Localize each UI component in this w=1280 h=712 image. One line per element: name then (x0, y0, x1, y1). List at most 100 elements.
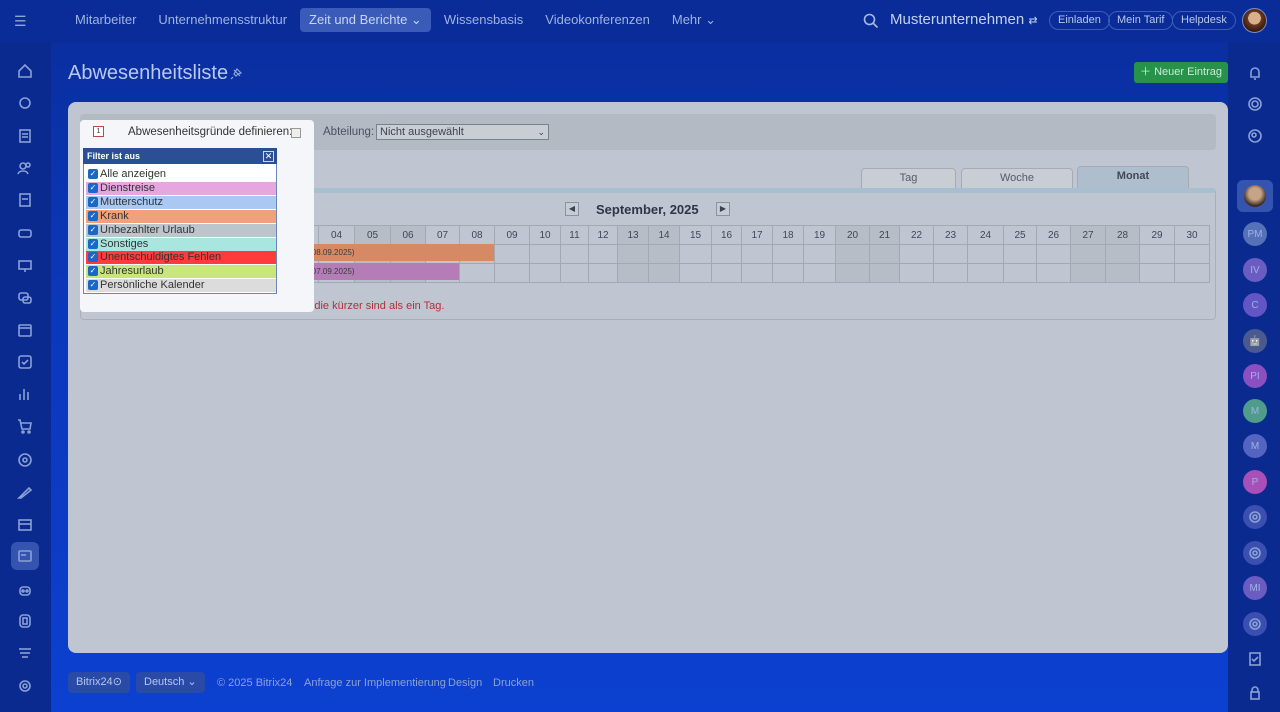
day-cell[interactable] (648, 263, 680, 283)
calendar-icon[interactable] (15, 320, 35, 340)
filter-item[interactable]: ✓ Dienstreise (86, 181, 276, 195)
sign-icon[interactable] (15, 482, 35, 502)
day-cell[interactable] (933, 263, 968, 283)
check-icon[interactable] (15, 352, 35, 372)
day-cell[interactable] (835, 244, 870, 264)
day-cell[interactable] (1070, 244, 1106, 264)
day-cell[interactable] (679, 263, 712, 283)
close-icon[interactable]: ✕ (263, 151, 274, 162)
checkbox-checked-icon[interactable]: ✓ (88, 252, 98, 263)
search-icon[interactable] (862, 12, 880, 30)
day-cell[interactable] (772, 263, 804, 283)
day-cell[interactable] (1105, 263, 1140, 283)
next-month-button[interactable]: ▶ (716, 202, 730, 216)
crm-icon[interactable] (15, 223, 35, 243)
target-icon[interactable] (15, 450, 35, 470)
day-cell[interactable] (772, 244, 804, 264)
store-icon[interactable] (15, 514, 35, 534)
checkbox-checked-icon[interactable]: ✓ (88, 169, 98, 179)
day-cell[interactable] (588, 244, 618, 264)
footer-link[interactable]: Design (448, 677, 482, 689)
day-cell[interactable] (803, 244, 836, 264)
shop-icon[interactable] (15, 416, 35, 436)
chat-avatar[interactable]: C (1243, 293, 1267, 317)
stats-icon[interactable] (15, 384, 35, 404)
day-cell[interactable] (741, 263, 773, 283)
robot-icon[interactable] (15, 580, 35, 600)
day-cell[interactable] (459, 263, 495, 283)
day-cell[interactable] (1003, 263, 1037, 283)
day-cell[interactable] (711, 263, 742, 283)
day-cell[interactable] (1139, 244, 1175, 264)
checklist-icon[interactable] (1243, 647, 1267, 671)
prev-month-button[interactable]: ◀ (565, 202, 579, 216)
day-cell[interactable] (560, 244, 589, 264)
menu-icon[interactable]: ☰ (14, 14, 36, 28)
reasons-checkbox[interactable] (291, 128, 301, 138)
my-avatar[interactable] (1237, 180, 1273, 212)
nav-item-5[interactable]: Mehr ⌄ (663, 8, 725, 32)
day-cell[interactable] (803, 263, 836, 283)
day-cell[interactable] (529, 263, 561, 283)
brand-button[interactable]: Bitrix24⊙ (68, 672, 130, 693)
day-cell[interactable] (869, 244, 900, 264)
day-cell[interactable] (494, 263, 530, 283)
copilot-chat-icon[interactable] (1243, 612, 1267, 636)
day-cell[interactable] (711, 244, 742, 264)
nav-item-1[interactable]: Unternehmensstruktur (149, 8, 296, 32)
footer-link[interactable]: Drucken (493, 677, 534, 689)
day-cell[interactable] (1105, 244, 1140, 264)
language-select[interactable]: Deutsch ⌄ (136, 672, 205, 693)
chat-avatar[interactable]: P (1243, 470, 1267, 494)
checkbox-checked-icon[interactable]: ✓ (88, 266, 98, 277)
day-cell[interactable] (1003, 244, 1037, 264)
day-cell[interactable] (1139, 263, 1175, 283)
checkbox-checked-icon[interactable]: ✓ (88, 196, 98, 207)
home-icon[interactable] (15, 61, 35, 81)
checkbox-checked-icon[interactable]: ✓ (88, 210, 98, 221)
chat-avatar[interactable]: IV (1243, 258, 1267, 282)
checkbox-checked-icon[interactable]: ✓ (88, 280, 98, 291)
tab-monat[interactable]: Monat (1077, 166, 1189, 188)
user-avatar[interactable] (1242, 8, 1267, 33)
chat-avatar[interactable]: M (1243, 399, 1267, 423)
day-cell[interactable] (648, 244, 680, 264)
tasks-icon[interactable] (15, 126, 35, 146)
day-cell[interactable] (933, 244, 968, 264)
day-cell[interactable] (869, 263, 900, 283)
org-name[interactable]: Musterunternehmen ⇄ (890, 11, 1038, 28)
chat-avatar[interactable]: PI (1243, 364, 1267, 388)
absence-icon[interactable] (11, 542, 39, 570)
filter-item[interactable]: ✓ Unentschuldigtes Fehlen (86, 251, 276, 265)
helpdesk-button[interactable]: Helpdesk (1172, 11, 1236, 30)
checkbox-checked-icon[interactable]: ✓ (88, 238, 98, 249)
feed-icon[interactable] (15, 93, 35, 113)
chat-icon[interactable] (15, 288, 35, 308)
day-cell[interactable] (741, 244, 773, 264)
checkbox-checked-icon[interactable]: ✓ (88, 182, 98, 193)
chat-avatar[interactable]: MI (1243, 576, 1267, 600)
checkbox-checked-icon[interactable]: ✓ (88, 224, 98, 235)
day-cell[interactable] (529, 244, 561, 264)
day-cell[interactable] (617, 244, 649, 264)
filter-item[interactable]: ✓ Mutterschutz (86, 195, 276, 209)
calendar-icon[interactable]: 1 (93, 126, 104, 137)
copilot-chat-icon[interactable] (1243, 505, 1267, 529)
pin-icon[interactable] (230, 68, 242, 80)
drive-icon[interactable] (15, 611, 35, 631)
filter-item[interactable]: ✓ Jahresurlaub (86, 265, 276, 279)
invite-button[interactable]: Einladen (1049, 11, 1110, 30)
new-entry-button[interactable]: ＋ Neuer Eintrag (1134, 62, 1228, 83)
day-cell[interactable] (967, 263, 1004, 283)
nav-item-2[interactable]: Zeit und Berichte ⌄ (300, 8, 431, 32)
filter-item[interactable]: ✓ Krank (86, 209, 276, 223)
users-icon[interactable] (15, 158, 35, 178)
day-cell[interactable] (588, 263, 618, 283)
copilot-chat-icon[interactable] (1243, 541, 1267, 565)
nav-item-3[interactable]: Wissensbasis (435, 8, 532, 32)
day-cell[interactable] (899, 244, 934, 264)
tab-tag[interactable]: Tag (861, 168, 956, 188)
nav-item-4[interactable]: Videokonferenzen (536, 8, 659, 32)
department-select[interactable]: Nicht ausgewählt ⌄ (376, 124, 549, 140)
day-cell[interactable] (560, 263, 589, 283)
